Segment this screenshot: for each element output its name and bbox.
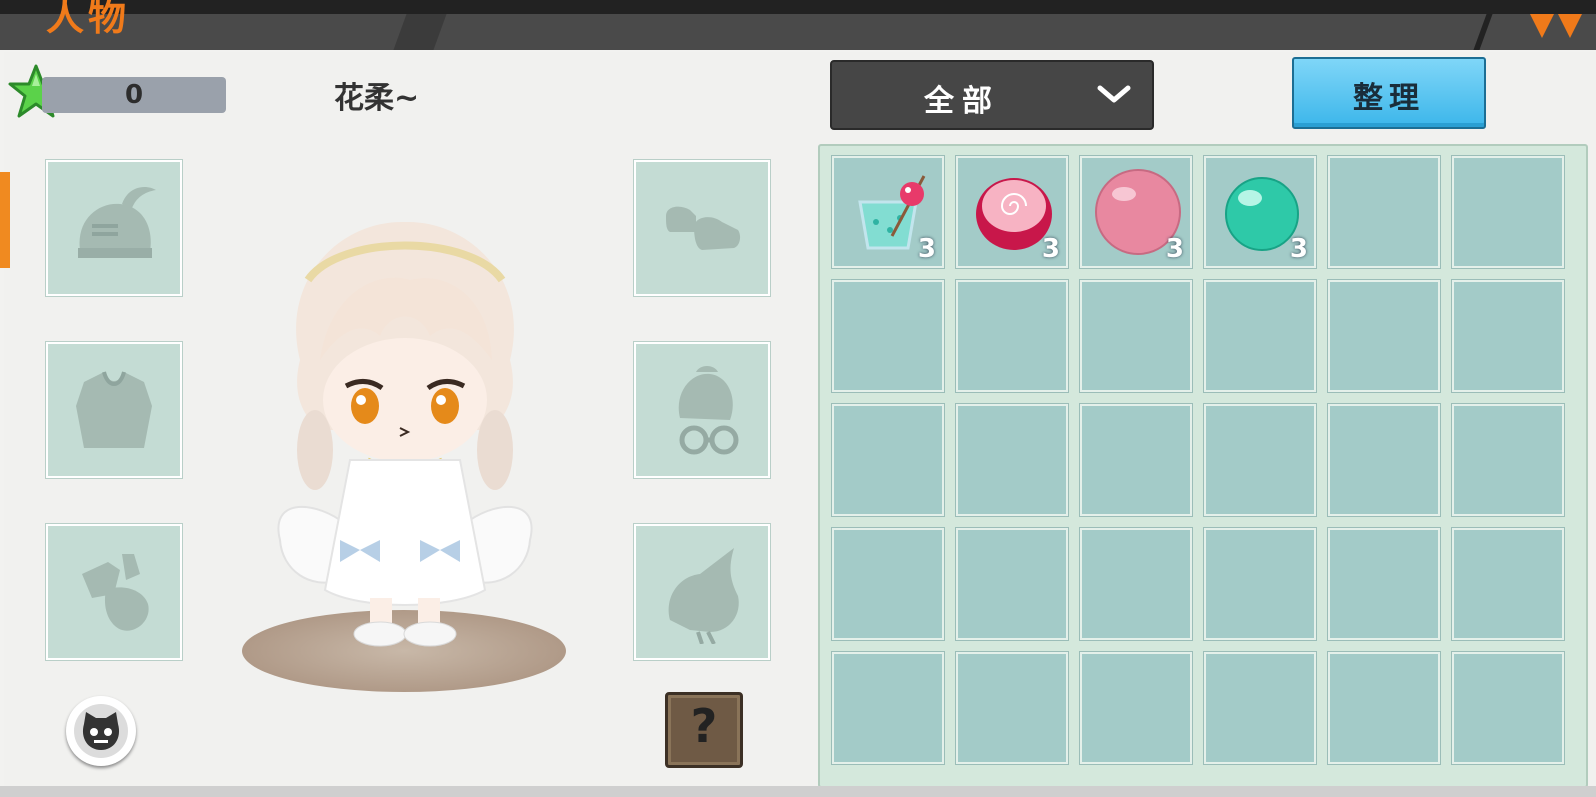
gloves-slot-icon [82,554,149,631]
equip-slot-gloves[interactable] [46,524,182,660]
equip-slot-accessory[interactable] [634,342,770,478]
inventory-slot-empty[interactable] [832,404,944,516]
inventory-slot-empty[interactable] [1328,528,1440,640]
inventory-slot-empty[interactable] [1452,280,1564,392]
category-filter-dropdown[interactable]: 全部 [830,60,1154,130]
inventory-slot-empty[interactable] [956,280,1068,392]
inventory-slot-empty[interactable] [1328,404,1440,516]
inventory-slot-empty[interactable] [1452,404,1564,516]
inventory-slot-empty[interactable] [832,280,944,392]
inventory-slot-empty[interactable] [1328,156,1440,268]
character-avatar[interactable] [270,210,540,670]
inventory-slot-empty[interactable] [1452,528,1564,640]
character-name: 花柔~ [334,81,420,116]
inventory-slot-empty[interactable] [956,404,1068,516]
inventory-slot-empty[interactable] [956,652,1068,764]
currency-counter: 0 [42,77,226,113]
equip-slot-shoes[interactable] [634,160,770,296]
item-count: 3 [1041,234,1060,264]
equip-slot-helmet[interactable] [46,160,182,296]
sort-button[interactable]: 整理 [1292,57,1486,129]
equip-slot-chest[interactable] [46,342,182,478]
sort-button-label: 整理 [1353,81,1425,116]
inventory-slot-empty[interactable] [1080,404,1192,516]
inventory-slot-empty[interactable] [1080,652,1192,764]
shoes-slot-icon [666,206,741,250]
item-count: 3 [1289,234,1308,264]
inventory-slot-empty[interactable] [1080,280,1192,392]
wings-slot-icon [668,548,739,644]
page-title: 人物 [46,0,131,39]
inventory-grid: 3 3 3 3 [832,156,1564,764]
helmet-slot-icon [78,186,156,258]
inventory-slot[interactable]: 3 [832,156,944,268]
inventory-slot-empty[interactable] [832,652,944,764]
top-bar: 人物 [0,0,1596,50]
inventory-slot[interactable]: 3 [1204,156,1316,268]
inventory-slot-empty[interactable] [1080,528,1192,640]
inventory-slot-empty[interactable] [832,528,944,640]
equip-slot-wings[interactable] [634,524,770,660]
inventory-slot[interactable]: 3 [956,156,1068,268]
inventory-slot-empty[interactable] [1204,652,1316,764]
inventory-slot-empty[interactable] [1452,652,1564,764]
inventory-slot-empty[interactable] [956,528,1068,640]
item-count: 3 [1165,234,1184,264]
inventory-slot-empty[interactable] [1328,280,1440,392]
bottom-edge [0,786,1596,797]
question-mark-icon: ? [690,699,718,753]
inventory-slot-empty[interactable] [1204,280,1316,392]
face-icon-bg [74,704,128,758]
inventory-slot-empty[interactable] [1328,652,1440,764]
collapse-arrows-icon[interactable] [1530,10,1596,44]
tab-strip [0,14,1596,50]
cat-face-icon [82,712,120,750]
side-tab-indicator[interactable] [0,172,10,268]
inventory-slot-empty[interactable] [1204,404,1316,516]
inventory-slot-empty[interactable] [1452,156,1564,268]
chevron-down-icon [1097,85,1131,103]
inventory-slot[interactable]: 3 [1080,156,1192,268]
inventory-panel: 3 3 3 3 [818,144,1588,788]
inventory-slot-empty[interactable] [1204,528,1316,640]
chest-armor-slot-icon [76,371,152,448]
item-count: 3 [917,234,936,264]
accessory-slot-icon [678,366,739,455]
help-button[interactable]: ? [665,692,743,768]
expression-button[interactable] [66,696,136,766]
